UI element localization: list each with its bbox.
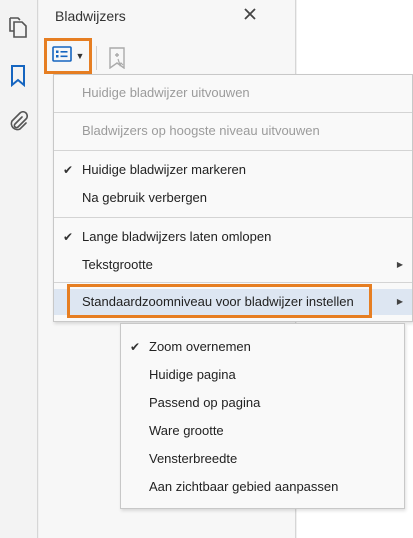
tool-rail bbox=[0, 0, 38, 538]
bookmark-action-icon[interactable] bbox=[105, 46, 129, 70]
checkmark-icon: ✔ bbox=[130, 340, 141, 354]
menu-item-label: Zoom overnemen bbox=[149, 339, 251, 354]
chevron-down-icon: ▼ bbox=[75, 51, 85, 61]
checkmark-icon: ✔ bbox=[63, 163, 74, 177]
options-menu: Huidige bladwijzer uitvouwen Bladwijzers… bbox=[53, 74, 413, 322]
menu-item-label: Na gebruik verbergen bbox=[82, 190, 208, 205]
toolbar-divider bbox=[96, 46, 97, 70]
menu-item-label: Ware grootte bbox=[149, 423, 224, 438]
menu-item-expand-top-level: Bladwijzers op hoogste niveau uitvouwen bbox=[54, 118, 412, 144]
submenu-item-inherit-zoom[interactable]: ✔ Zoom overnemen bbox=[121, 333, 404, 361]
options-button[interactable]: ▼ bbox=[44, 38, 92, 74]
checkmark-icon: ✔ bbox=[63, 230, 74, 244]
menu-item-label: Lange bladwijzers laten omlopen bbox=[82, 229, 272, 244]
menu-item-label: Vensterbreedte bbox=[149, 451, 238, 466]
options-list-icon bbox=[51, 45, 72, 67]
panel-title: Bladwijzers bbox=[55, 8, 126, 24]
menu-item-label: Bladwijzers op hoogste niveau uitvouwen bbox=[82, 123, 320, 138]
menu-separator bbox=[54, 112, 412, 113]
pages-icon[interactable] bbox=[4, 14, 32, 42]
menu-item-highlight-current[interactable]: ✔ Huidige bladwijzer markeren bbox=[54, 157, 412, 183]
menu-separator bbox=[54, 282, 412, 283]
menu-item-hide-after-use[interactable]: Na gebruik verbergen bbox=[54, 185, 412, 211]
submenu-item-fit-width[interactable]: Vensterbreedte bbox=[121, 445, 404, 473]
menu-item-label: Huidige pagina bbox=[149, 367, 236, 382]
menu-item-expand-current: Huidige bladwijzer uitvouwen bbox=[54, 80, 412, 106]
menu-item-default-zoom[interactable]: Standaardzoomniveau voor bladwijzer inst… bbox=[54, 284, 412, 318]
submenu-item-actual-size[interactable]: Ware grootte bbox=[121, 417, 404, 445]
menu-item-label: Tekstgrootte bbox=[82, 257, 153, 272]
menu-item-text-size[interactable]: Tekstgrootte ▶ bbox=[54, 252, 412, 278]
zoom-submenu: ✔ Zoom overnemen Huidige pagina Passend … bbox=[120, 323, 405, 509]
highlight-box bbox=[67, 284, 372, 318]
menu-item-label: Passend op pagina bbox=[149, 395, 261, 410]
menu-item-wrap-long-bookmarks[interactable]: ✔ Lange bladwijzers laten omlopen bbox=[54, 224, 412, 250]
submenu-item-fit-page[interactable]: Passend op pagina bbox=[121, 389, 404, 417]
menu-item-label: Huidige bladwijzer uitvouwen bbox=[82, 85, 250, 100]
chevron-right-icon: ▶ bbox=[396, 297, 403, 306]
chevron-right-icon: ▶ bbox=[396, 260, 403, 269]
menu-separator bbox=[54, 150, 412, 151]
menu-item-label: Huidige bladwijzer markeren bbox=[82, 162, 247, 177]
close-icon[interactable] bbox=[238, 2, 262, 26]
menu-item-label: Aan zichtbaar gebied aanpassen bbox=[149, 479, 339, 494]
submenu-item-current-page[interactable]: Huidige pagina bbox=[121, 361, 404, 389]
menu-separator bbox=[54, 217, 412, 218]
attachment-icon[interactable] bbox=[4, 108, 32, 136]
submenu-item-fit-visible[interactable]: Aan zichtbaar gebied aanpassen bbox=[121, 473, 404, 501]
bookmark-icon[interactable] bbox=[4, 62, 32, 90]
